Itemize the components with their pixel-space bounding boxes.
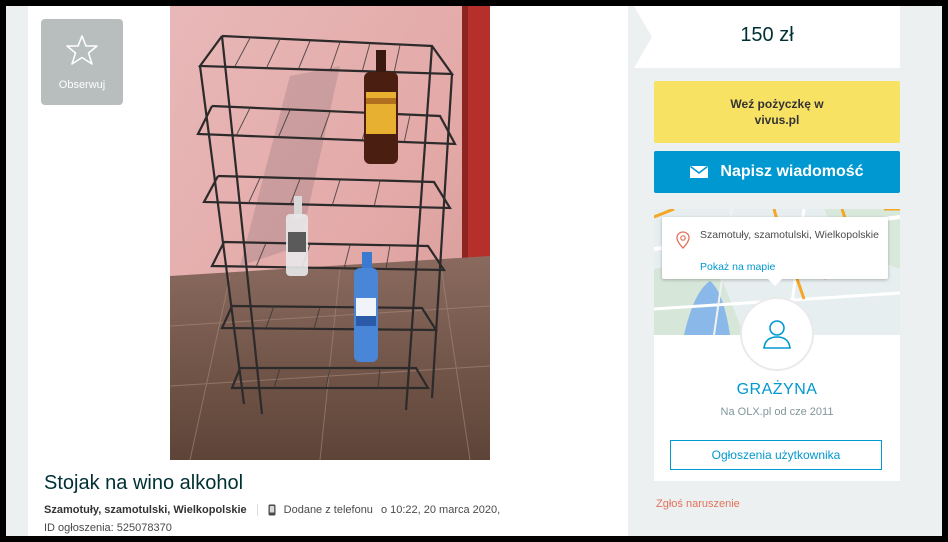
user-card: Szamotuły, szamotulski, Wielkopolskie Po… — [654, 209, 900, 481]
send-message-label: Napisz wiadomość — [720, 163, 864, 180]
mobile-phone-icon — [268, 504, 276, 516]
listing-photo[interactable] — [170, 6, 490, 460]
map-pin-icon — [676, 231, 690, 254]
listing-main: Obserwuj Stojak na wino alkohol Szamotuł… — [28, 6, 628, 536]
loan-text: Weź pożyczkę w vivus.pl — [730, 97, 824, 127]
location-popup: Szamotuły, szamotulski, Wielkopolskie Po… — [662, 217, 888, 286]
user-icon — [763, 320, 791, 349]
star-outline-icon — [41, 33, 123, 67]
user-name[interactable]: GRAŻYNA — [654, 381, 900, 399]
report-link[interactable]: Zgłoś naruszenie — [656, 498, 740, 510]
page: Obserwuj Stojak na wino alkohol Szamotuł… — [6, 6, 942, 536]
member-since: Na OLX.pl od cze 2011 — [720, 406, 834, 418]
price: 150 zł — [740, 24, 794, 46]
ad-id: ID ogłoszenia: 525078370 — [44, 522, 172, 534]
added-from-phone: Dodane z telefonu — [283, 504, 373, 516]
listing-meta: Szamotuły, szamotulski, Wielkopolskie Do… — [44, 504, 500, 516]
listing-location: Szamotuły, szamotulski, Wielkopolskie — [44, 504, 247, 516]
send-message-button[interactable]: Napisz wiadomość — [654, 151, 900, 193]
avatar[interactable] — [742, 299, 812, 369]
loan-banner[interactable]: Weź pożyczkę w vivus.pl — [654, 81, 900, 143]
user-ads-button[interactable]: Ogłoszenia użytkownika — [670, 440, 882, 470]
map-address: Szamotuły, szamotulski, Wielkopolskie — [700, 229, 879, 241]
envelope-icon — [690, 166, 709, 178]
meta-divider — [256, 504, 258, 516]
follow-label: Obserwuj — [58, 79, 106, 91]
show-map-link[interactable]: Pokaż na mapie — [700, 261, 775, 273]
price-box: 150 zł — [634, 6, 900, 68]
added-time: o 10:22, 20 marca 2020, — [380, 504, 501, 516]
listing-title: Stojak na wino alkohol — [44, 472, 244, 494]
follow-button[interactable]: Obserwuj — [41, 19, 123, 105]
